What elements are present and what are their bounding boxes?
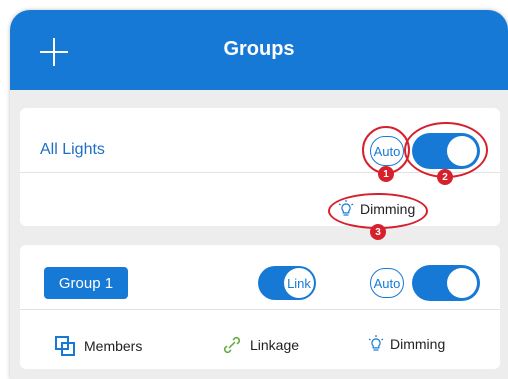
group-toggle[interactable] (412, 265, 480, 301)
link-chain-icon (223, 336, 241, 354)
members-button[interactable]: Members (54, 335, 142, 357)
group-dimming-button[interactable]: Dimming (368, 335, 445, 353)
page-title: Groups (223, 38, 295, 60)
bulb-icon (368, 335, 384, 351)
divider (20, 309, 500, 310)
annotation-badge-1: 1 (378, 166, 394, 182)
header-bar: Groups (10, 10, 508, 90)
dimming-label: Dimming (390, 336, 446, 352)
all-lights-label: All Lights (40, 141, 105, 158)
link-knob: Link (284, 268, 314, 298)
linkage-button[interactable]: Linkage (222, 335, 299, 355)
group-name-button[interactable]: Group 1 (44, 267, 128, 299)
group-auto-button[interactable]: Auto (370, 268, 404, 298)
link-toggle[interactable]: Link (258, 266, 316, 300)
annotation-badge-3: 3 (370, 224, 386, 240)
members-icon (55, 336, 75, 356)
annotation-badge-2: 2 (437, 169, 453, 185)
members-label: Members (84, 338, 143, 354)
toggle-knob (447, 268, 477, 298)
linkage-label: Linkage (250, 337, 300, 353)
